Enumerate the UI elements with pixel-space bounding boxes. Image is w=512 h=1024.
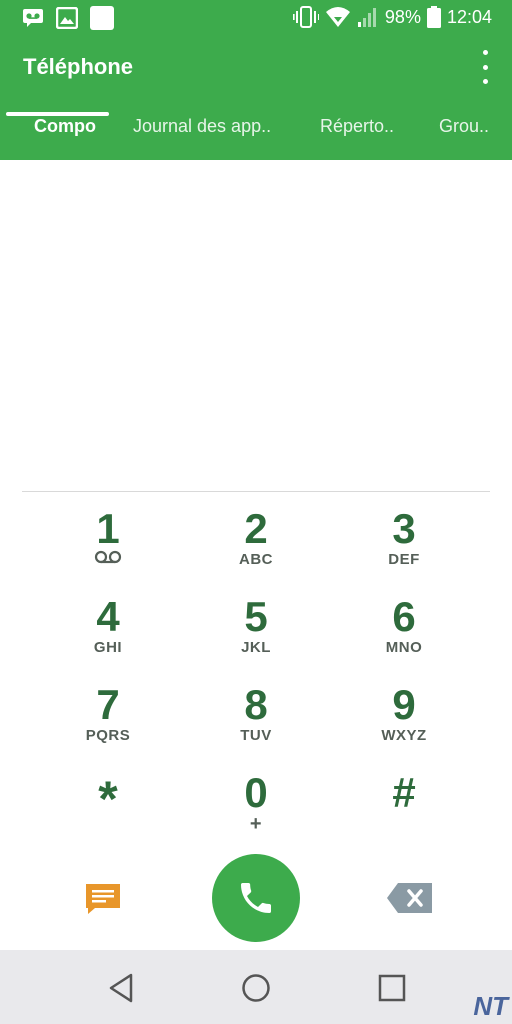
home-button[interactable]: [238, 970, 274, 1006]
status-icons-right: 98% 12:04: [292, 6, 492, 28]
key-star[interactable]: *: [48, 771, 168, 851]
active-tab-indicator: [6, 112, 109, 116]
recents-button[interactable]: [374, 970, 410, 1006]
status-icons-left: [22, 6, 114, 30]
phone-icon: [241, 883, 271, 913]
voicemail-icon: [94, 550, 122, 564]
key-5[interactable]: 5 JKL: [196, 595, 316, 675]
overflow-menu-icon[interactable]: [480, 50, 490, 84]
key-4[interactable]: 4 GHI: [48, 595, 168, 675]
signal-icon: [357, 8, 376, 27]
key-letters: JKL: [241, 639, 271, 656]
clock: 12:04: [446, 6, 492, 27]
app-title: Téléphone: [23, 54, 134, 79]
dial-number-display[interactable]: [0, 160, 512, 490]
key-digit: *: [98, 771, 118, 827]
key-letters: WXYZ: [381, 727, 427, 744]
battery-percent: 98%: [384, 6, 421, 27]
tab-call-log[interactable]: Journal des app..: [133, 116, 271, 137]
vibrate-icon: [292, 6, 319, 28]
voicemail-icon: [23, 9, 43, 27]
key-digit: 7: [96, 681, 120, 728]
key-3[interactable]: 3 DEF: [344, 507, 464, 587]
tab-dialer[interactable]: Compo: [34, 116, 96, 137]
key-digit: #: [392, 769, 416, 816]
key-digit: 1: [96, 505, 120, 552]
back-button[interactable]: [103, 970, 139, 1006]
key-letters: GHI: [93, 639, 123, 656]
key-9[interactable]: 9 WXYZ: [344, 683, 464, 763]
key-6[interactable]: 6 MNO: [344, 595, 464, 675]
status-bar: 98% 12:04: [0, 0, 512, 36]
key-digit: 5: [244, 593, 268, 640]
wifi-icon: [325, 7, 350, 27]
key-letters: DEF: [388, 551, 420, 568]
watermark-logo: NT: [473, 991, 508, 1021]
key-digit: 0: [244, 769, 268, 816]
keypad-divider: [22, 491, 490, 492]
key-digit: 3: [392, 505, 416, 552]
key-digit: 2: [244, 505, 268, 552]
battery-icon: [426, 6, 441, 28]
key-digit: 6: [392, 593, 416, 640]
key-letters: TUV: [240, 727, 272, 744]
app-bar: Téléphone Compo Journal des app.. Répert…: [0, 36, 512, 160]
key-letters: PQRS: [85, 727, 131, 744]
key-8[interactable]: 8 TUV: [196, 683, 316, 763]
key-0[interactable]: 0 +: [196, 771, 316, 851]
key-7[interactable]: 7 PQRS: [48, 683, 168, 763]
home-icon: [242, 974, 270, 1002]
key-letters: ABC: [239, 551, 273, 568]
back-icon: [109, 973, 133, 1003]
recents-icon: [378, 974, 406, 1002]
key-2[interactable]: 2 ABC: [196, 507, 316, 587]
tab-groups[interactable]: Grou..: [439, 116, 489, 137]
dialer-actions: [0, 852, 512, 948]
key-1[interactable]: 1: [48, 507, 168, 587]
image-icon: [56, 7, 78, 29]
call-button[interactable]: [212, 854, 300, 942]
message-icon[interactable]: [84, 882, 122, 916]
key-digit: 4: [96, 593, 120, 640]
backspace-icon[interactable]: [386, 882, 434, 914]
key-letters: MNO: [385, 639, 423, 656]
key-digit: 8: [244, 681, 268, 728]
navigation-bar: NT: [0, 950, 512, 1024]
key-hash[interactable]: #: [344, 771, 464, 851]
key-digit: 9: [392, 681, 416, 728]
tab-contacts[interactable]: Réperto..: [320, 116, 394, 137]
blank-icon: [90, 6, 114, 30]
key-letters: +: [249, 813, 263, 835]
